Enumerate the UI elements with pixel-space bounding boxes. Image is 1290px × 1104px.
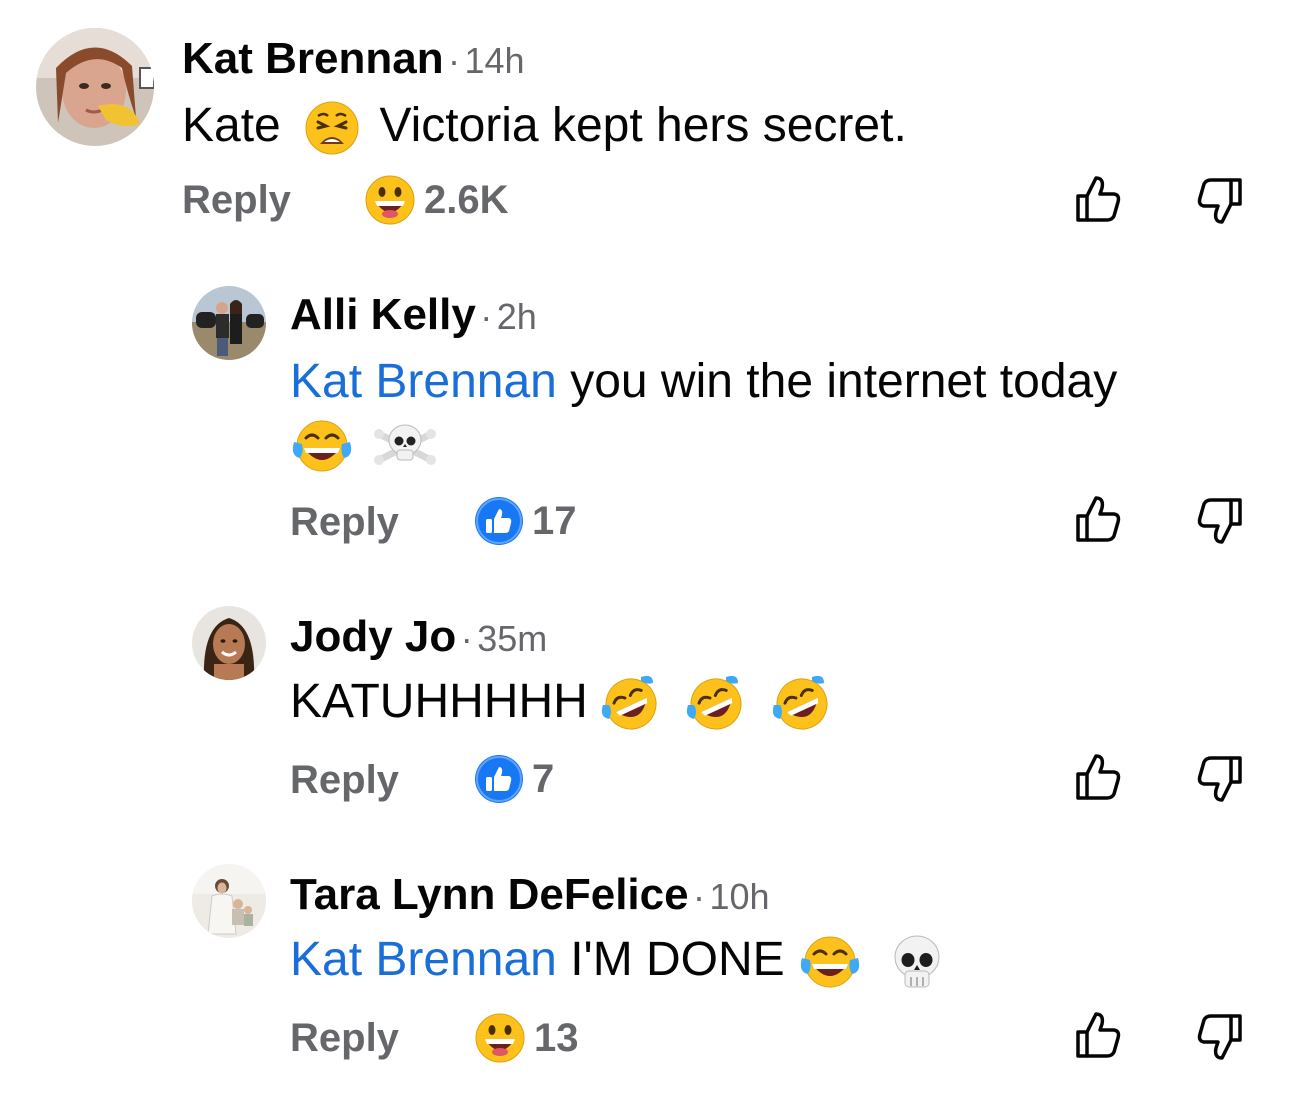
reaction-count: 2.6K [424,177,509,222]
thumbs-down-outline-icon [1197,178,1242,224]
author-name[interactable]: Tara Lynn DeFelice [290,870,689,919]
avatar-photo [36,28,154,146]
skull-and-crossbones-emoji [374,424,437,466]
avatar[interactable] [192,286,266,360]
grinning-face-icon [475,1013,525,1063]
rolling-on-floor-laughing-emoji [772,676,828,730]
skull-emoji [894,935,940,988]
thumbs-down-outline-icon [1197,1014,1242,1060]
like-icon [475,755,523,803]
thumbs-up-outline-icon [1076,176,1121,222]
reaction-summary[interactable]: 7 [474,754,554,804]
avatar[interactable] [36,28,154,146]
comment: Kat Brennan · 14h Kate Victoria kept her… [0,0,1290,250]
comment-header: Jody Jo · 35m [290,612,547,662]
thumbs-up-outline-icon [1076,754,1121,800]
separator-dot: · [480,296,493,337]
downvote-button[interactable] [1196,754,1244,804]
reply-comment: Jody Jo · 35m KATUHHHHH Reply 7 [0,590,1290,820]
reaction-count: 7 [532,756,555,801]
reply-button[interactable]: Reply [290,500,399,545]
avatar-photo [192,864,266,938]
author-name[interactable]: Jody Jo [290,612,456,661]
face-with-tears-of-joy-emoji [800,936,860,988]
downvote-button[interactable] [1196,1012,1244,1062]
comment-header: Kat Brennan · 14h [182,34,525,84]
comment-text: Kate Victoria kept hers secret. [182,98,907,156]
separator-dot: · [448,40,461,81]
reaction-summary[interactable]: 13 [474,1012,579,1064]
reply-comment: Tara Lynn DeFelice · 10h Kat Brennan I'M… [0,850,1290,1090]
upvote-button[interactable] [1074,494,1122,544]
thumbs-up-outline-icon [1076,496,1121,542]
timestamp[interactable]: 14h [465,40,525,81]
comment-text: Kat Brennan you win the internet today [290,354,1117,409]
mention-link[interactable]: Kat Brennan [290,355,557,408]
reply-comment: Alli Kelly · 2h Kat Brennan you win the … [0,270,1290,560]
timestamp[interactable]: 2h [497,296,537,337]
comment-header: Alli Kelly · 2h [290,290,537,340]
comment-text-part: you win the internet today [556,355,1118,408]
author-name[interactable]: Kat Brennan [182,34,444,83]
face-with-tears-of-joy-emoji [292,420,352,472]
rolling-on-floor-laughing-emoji [687,676,742,730]
upvote-button[interactable] [1074,1010,1122,1060]
separator-dot: · [693,876,706,917]
reply-button[interactable]: Reply [182,178,291,223]
comment-text: KATUHHHHH [290,674,832,733]
downvote-button[interactable] [1196,176,1244,226]
comment-text: Kat Brennan I'M DONE [290,932,945,991]
comment-emoji-line [290,416,437,476]
comment-text-part: Kate [182,99,281,152]
comment-text-part: I'M DONE [556,933,785,986]
comment-text-part: KATUHHHHH [290,675,588,728]
avatar-photo [192,286,266,360]
like-icon [475,497,523,545]
reaction-count: 17 [532,498,577,543]
comment-header: Tara Lynn DeFelice · 10h [290,870,770,920]
reply-button[interactable]: Reply [290,758,399,803]
separator-dot: · [460,618,473,659]
thumbs-down-outline-icon [1197,498,1242,544]
comment-text-part: Victoria kept hers secret. [379,99,907,152]
thumbs-up-outline-icon [1076,1012,1121,1058]
thumbs-down-outline-icon [1197,756,1242,802]
reaction-summary[interactable]: 2.6K [364,174,509,226]
avatar[interactable] [192,864,266,938]
timestamp[interactable]: 10h [709,876,769,917]
upvote-button[interactable] [1074,752,1122,802]
reaction-count: 13 [534,1015,579,1060]
downvote-button[interactable] [1196,496,1244,546]
weary-face-emoji [305,101,359,155]
avatar[interactable] [192,606,266,680]
reply-button[interactable]: Reply [290,1016,399,1061]
avatar-photo [192,606,266,680]
grinning-face-icon [365,175,415,225]
rolling-on-floor-laughing-emoji [601,676,657,730]
comment-thread: Kat Brennan · 14h Kate Victoria kept her… [0,0,1290,1104]
upvote-button[interactable] [1074,174,1122,224]
reaction-summary[interactable]: 17 [474,496,577,546]
mention-link[interactable]: Kat Brennan [290,933,557,986]
timestamp[interactable]: 35m [477,618,547,659]
author-name[interactable]: Alli Kelly [290,290,476,339]
